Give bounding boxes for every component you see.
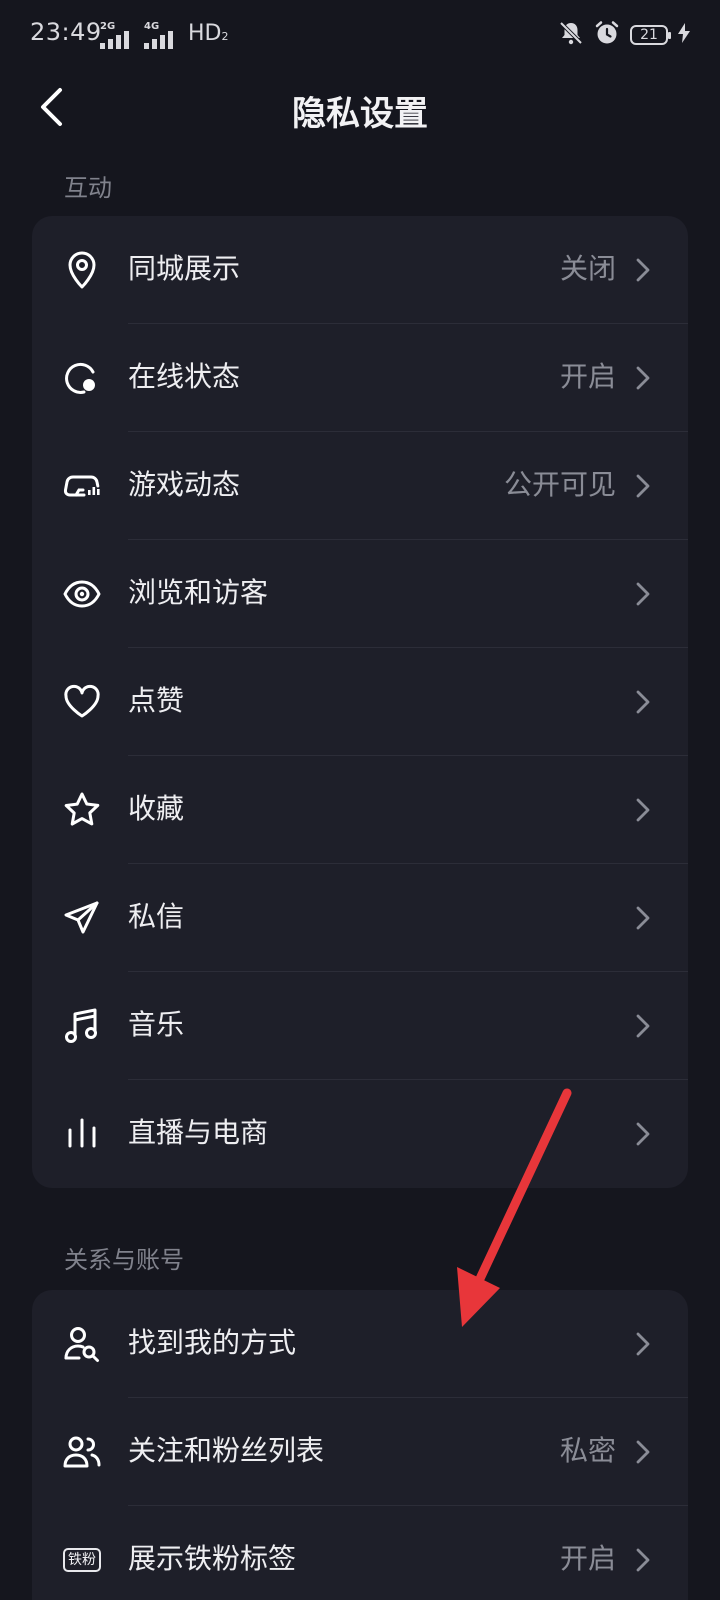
setting-row-ways-to-find-me[interactable]: 找到我的方式: [32, 1290, 688, 1398]
chevron-right-icon: [636, 906, 650, 930]
live-bars-icon: [62, 1114, 102, 1154]
users-icon: [62, 1432, 102, 1472]
setting-row-music[interactable]: 音乐: [32, 972, 688, 1080]
charging-icon: [678, 23, 690, 47]
setting-row-nearby-display[interactable]: 同城展示 关闭: [32, 216, 688, 324]
chevron-right-icon: [636, 798, 650, 822]
interaction-settings-card: 同城展示 关闭 在线状态 开启 游戏动态 公开可见 浏览和访客 点赞 收藏 私信…: [32, 216, 688, 1188]
star-icon: [62, 790, 102, 830]
setting-label: 私信: [128, 900, 185, 933]
chevron-right-icon: [636, 474, 650, 498]
setting-row-online-status[interactable]: 在线状态 开启: [32, 324, 688, 432]
signal-group: 2G 4G HD2: [100, 21, 228, 49]
setting-row-following-followers[interactable]: 关注和粉丝列表 私密: [32, 1398, 688, 1506]
music-note-icon: [62, 1006, 102, 1046]
chevron-right-icon: [636, 1548, 650, 1572]
relationship-settings-card: 找到我的方式 关注和粉丝列表 私密 铁粉 展示铁粉标签 开启: [32, 1290, 688, 1600]
section-label-relationships-account: 关系与账号: [64, 1246, 184, 1274]
chevron-right-icon: [636, 1014, 650, 1038]
setting-row-show-fan-badge[interactable]: 铁粉 展示铁粉标签 开启: [32, 1506, 688, 1600]
setting-label: 找到我的方式: [128, 1326, 297, 1359]
chevron-right-icon: [636, 1332, 650, 1356]
heart-icon: [62, 682, 102, 722]
alarm-clock-icon: [594, 20, 620, 50]
online-status-icon: [62, 358, 102, 398]
status-bar: 23:49 2G 4G HD2 21: [0, 0, 720, 72]
setting-label: 在线状态: [128, 360, 241, 393]
chevron-right-icon: [636, 690, 650, 714]
status-time: 23:49: [30, 18, 102, 46]
setting-label: 游戏动态: [128, 468, 241, 501]
privacy-settings-screen: 23:49 2G 4G HD2 21 隐私设置 互动 同城展示 关闭 在线状态 …: [0, 0, 720, 1600]
battery-icon: 21: [630, 25, 671, 45]
chevron-right-icon: [636, 1122, 650, 1146]
setting-value: 关闭: [559, 252, 616, 285]
hd-voice-icon: HD2: [188, 22, 228, 49]
navigation-bar: 隐私设置: [0, 72, 720, 142]
eye-icon: [62, 574, 102, 614]
chevron-right-icon: [636, 366, 650, 390]
chevron-right-icon: [636, 1440, 650, 1464]
setting-label: 同城展示: [128, 252, 241, 285]
setting-label: 直播与电商: [128, 1116, 269, 1149]
setting-row-game-activity[interactable]: 游戏动态 公开可见: [32, 432, 688, 540]
fan-badge-text: 铁粉: [63, 1548, 101, 1572]
setting-label: 关注和粉丝列表: [128, 1434, 325, 1467]
setting-row-live-ecommerce[interactable]: 直播与电商: [32, 1080, 688, 1188]
setting-label: 点赞: [128, 684, 185, 717]
user-search-icon: [62, 1324, 102, 1364]
setting-label: 展示铁粉标签: [128, 1542, 297, 1575]
page-title: 隐私设置: [292, 94, 428, 134]
setting-value: 私密: [559, 1434, 616, 1467]
sim1-signal-icon: 2G: [100, 21, 134, 49]
setting-value: 公开可见: [503, 468, 616, 501]
setting-label: 收藏: [128, 792, 185, 825]
section-label-interaction: 互动: [64, 174, 112, 202]
hd-sub-label: 2: [221, 30, 229, 43]
setting-value: 开启: [559, 1542, 616, 1575]
setting-value: 开启: [559, 360, 616, 393]
setting-row-favorites[interactable]: 收藏: [32, 756, 688, 864]
setting-row-likes[interactable]: 点赞: [32, 648, 688, 756]
setting-row-views-visitors[interactable]: 浏览和访客: [32, 540, 688, 648]
hd-label: HD: [188, 21, 222, 46]
chevron-right-icon: [636, 582, 650, 606]
setting-label: 音乐: [128, 1008, 185, 1041]
setting-row-direct-messages[interactable]: 私信: [32, 864, 688, 972]
game-controller-icon: [62, 466, 102, 506]
bell-muted-icon: [558, 20, 584, 50]
chevron-right-icon: [636, 258, 650, 282]
setting-label: 浏览和访客: [128, 576, 269, 609]
fan-badge-icon: 铁粉: [62, 1540, 102, 1580]
location-pin-icon: [62, 250, 102, 290]
paper-plane-icon: [62, 898, 102, 938]
status-right-icons: 21: [558, 20, 690, 50]
sim2-signal-icon: 4G: [144, 21, 178, 49]
